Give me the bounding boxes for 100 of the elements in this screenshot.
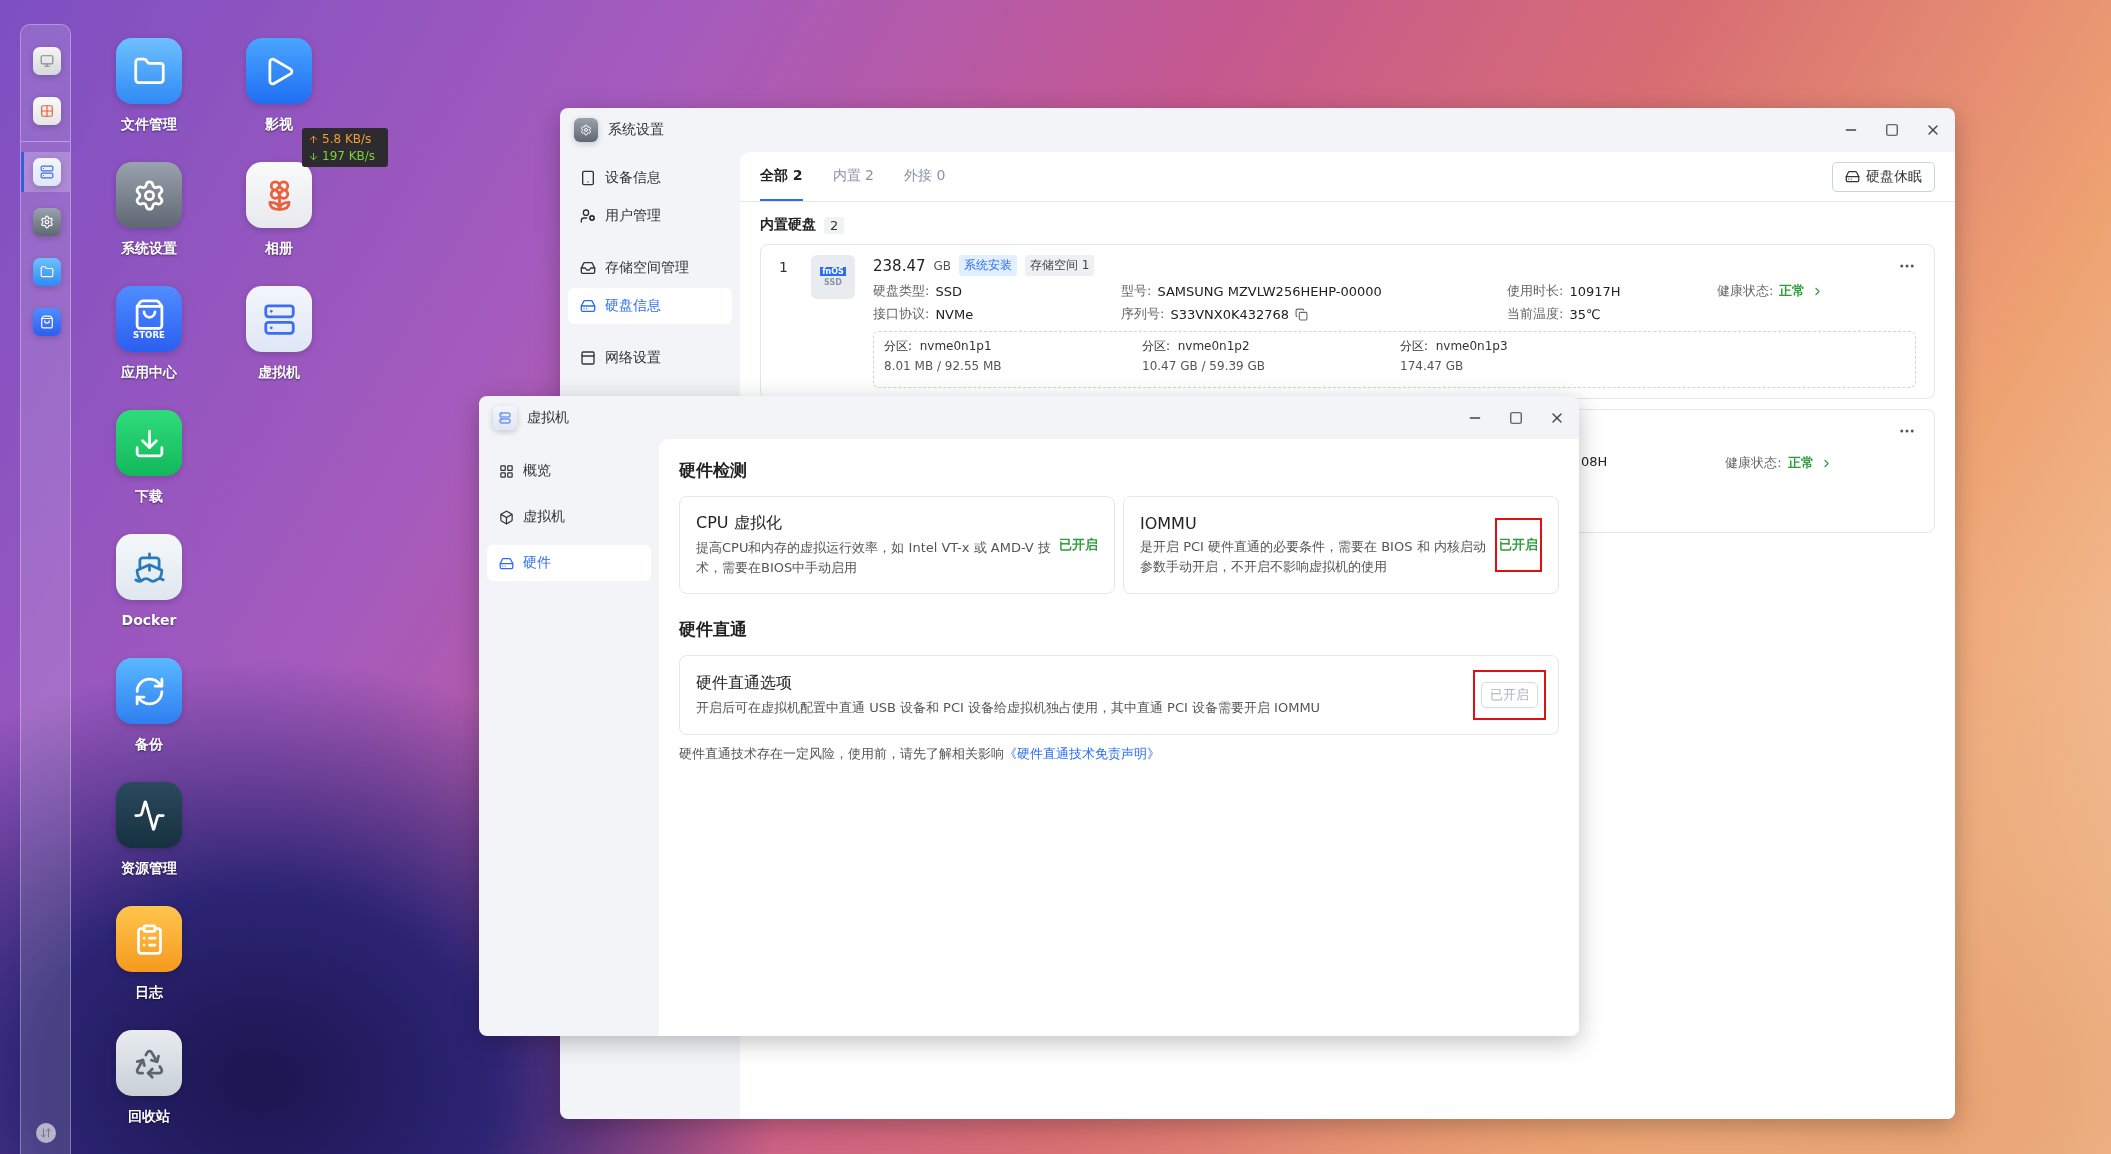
- hard-drive-icon: [580, 298, 596, 314]
- user-gear-icon: [580, 208, 596, 224]
- arrow-down-icon: [308, 150, 319, 162]
- flower-icon: [246, 162, 312, 228]
- partition-usage: 174.47 GB: [1400, 359, 1465, 373]
- detail-value: 10917H: [1569, 283, 1621, 299]
- server-icon: [246, 286, 312, 352]
- detail-value: 正常: [1779, 282, 1806, 300]
- section-title: 硬件直通: [679, 618, 748, 641]
- app-grid-icon: [33, 97, 61, 125]
- hard-drive-icon: [499, 555, 514, 571]
- maximize-button[interactable]: [1885, 123, 1899, 137]
- disk-size: 238.47: [873, 256, 926, 275]
- detail-value: S33VNX0K432768: [1170, 306, 1290, 322]
- recycle-bin-icon: [116, 1030, 182, 1096]
- desktop-icon-label[interactable]: Docker: [121, 612, 177, 628]
- desktop-icon-label[interactable]: 回收站: [128, 1108, 170, 1126]
- partition-usage: 8.01 MB / 92.55 MB: [884, 359, 1003, 373]
- detail-value: SAMSUNG MZVLW256HEHP-00000: [1157, 283, 1382, 299]
- shopping-bag-icon: [33, 308, 61, 336]
- inbox-icon: [580, 260, 596, 276]
- upload-speed: 5.8 KB/s: [308, 132, 382, 146]
- status-text: 已开启: [1499, 536, 1538, 554]
- partition-name: 分区: nvme0n1p1: [884, 338, 993, 355]
- gear-icon: [574, 118, 598, 142]
- detail-label: 当前温度:: [1507, 305, 1564, 323]
- detail-value: 正常: [1787, 454, 1814, 472]
- count-badge: 2: [824, 216, 845, 234]
- sidebar-item[interactable]: 硬件: [487, 545, 651, 581]
- hard-drive-icon: [1845, 169, 1860, 184]
- disk-index: 1: [779, 258, 789, 277]
- arrow-up-icon: [308, 133, 319, 145]
- tab[interactable]: 外接 0: [904, 167, 946, 201]
- download-icon: [116, 410, 182, 476]
- gear-icon: [33, 208, 61, 236]
- transfer-icon[interactable]: [35, 1123, 56, 1143]
- sidebar-item[interactable]: 网络设置: [568, 340, 732, 376]
- size-unit: GB: [933, 258, 952, 273]
- detail-value: NVMe: [935, 306, 974, 322]
- folder-icon: [116, 38, 182, 104]
- partition-usage: 10.47 GB / 59.39 GB: [1142, 359, 1267, 373]
- dock-item[interactable]: [21, 152, 70, 192]
- desktop-icon-label[interactable]: 虚拟机: [258, 364, 300, 382]
- detail-label: 接口协议:: [873, 305, 930, 323]
- tab[interactable]: 内置 2: [832, 167, 874, 201]
- risk-note: 硬件直通技术存在一定风险，使用前，请先了解相关影响《硬件直通技术免责声明》: [679, 745, 1161, 763]
- detail-label: 序列号:: [1121, 305, 1165, 323]
- tag: 存储空间 1: [1025, 255, 1095, 276]
- desktop-icon-label[interactable]: 系统设置: [121, 240, 177, 258]
- card-description: 开启后可在虚拟机配置中直通 USB 设备和 PCI 设备给虚拟机独占使用，其中直通 PCI 设备需要开启 IOMMU: [696, 698, 1322, 717]
- detail-value: 35℃: [1569, 306, 1601, 322]
- status-text: 已开启: [1059, 536, 1098, 554]
- desktop-icon-label[interactable]: 下载: [135, 488, 163, 506]
- card-description: 是开启 PCI 硬件直通的必要条件，需要在 BIOS 和 内核启动参数手动开启，不开启不影响虚拟机的使用: [1140, 538, 1487, 576]
- sidebar-item[interactable]: 概览: [487, 453, 651, 489]
- copy-icon[interactable]: [1295, 307, 1309, 321]
- disclaimer-link[interactable]: 《硬件直通技术免责声明》: [1004, 746, 1160, 761]
- section-title: 硬件检测: [679, 459, 748, 482]
- gear-icon: [116, 162, 182, 228]
- partition-name: 分区: nvme0n1p3: [1400, 338, 1509, 355]
- sidebar-item[interactable]: 用户管理: [568, 198, 732, 234]
- detail-label: 健康状态:: [1717, 282, 1774, 300]
- tablet-icon: [580, 170, 596, 186]
- clipboard-icon: [116, 906, 182, 972]
- ssd-icon: fnOS SSD: [811, 255, 855, 299]
- desktop-icon-label[interactable]: 资源管理: [121, 860, 177, 878]
- grid-icon: [499, 463, 514, 479]
- server-icon: [493, 405, 517, 430]
- window-title: 系统设置: [608, 121, 664, 139]
- desktop-icon-label[interactable]: 备份: [135, 736, 163, 754]
- sidebar-item[interactable]: 存储空间管理: [568, 250, 732, 286]
- hibernate-button[interactable]: 硬盘休眠: [1832, 161, 1935, 192]
- download-speed: 197 KB/s: [308, 149, 382, 163]
- panel-icon: [580, 350, 596, 366]
- section-title: 内置硬盘: [760, 216, 816, 234]
- detail-value: 08H: [1581, 454, 1608, 469]
- folder-icon: [33, 258, 61, 286]
- detail-value: SSD: [935, 283, 962, 299]
- server-icon: [33, 158, 61, 186]
- desktop-icon-label[interactable]: 相册: [265, 240, 293, 258]
- card-title: IOMMU: [1140, 514, 1198, 533]
- card-title: 硬件直通选项: [696, 672, 793, 694]
- sidebar-item[interactable]: 硬盘信息: [568, 288, 732, 324]
- refresh-icon: [116, 658, 182, 724]
- desktop-icon-label[interactable]: 文件管理: [121, 116, 177, 134]
- cube-icon: [499, 509, 514, 525]
- monitor-icon: [33, 47, 61, 75]
- tag: 系统安装: [959, 255, 1018, 276]
- desktop-icon-label[interactable]: 应用中心: [121, 364, 177, 382]
- chart-icon: [116, 782, 182, 848]
- partition-name: 分区: nvme0n1p2: [1142, 338, 1251, 355]
- detail-label: 型号:: [1121, 282, 1152, 300]
- desktop-icon-label[interactable]: 影视: [265, 116, 293, 134]
- tab[interactable]: 全部 2: [760, 167, 803, 201]
- detail-label: 硬盘类型:: [873, 282, 930, 300]
- detail-label: 使用时长:: [1507, 282, 1564, 300]
- sidebar-item[interactable]: 设备信息: [568, 160, 732, 196]
- sidebar-item[interactable]: 虚拟机: [487, 499, 651, 535]
- desktop-icon-label[interactable]: 日志: [135, 984, 163, 1002]
- maximize-button[interactable]: [1509, 410, 1523, 425]
